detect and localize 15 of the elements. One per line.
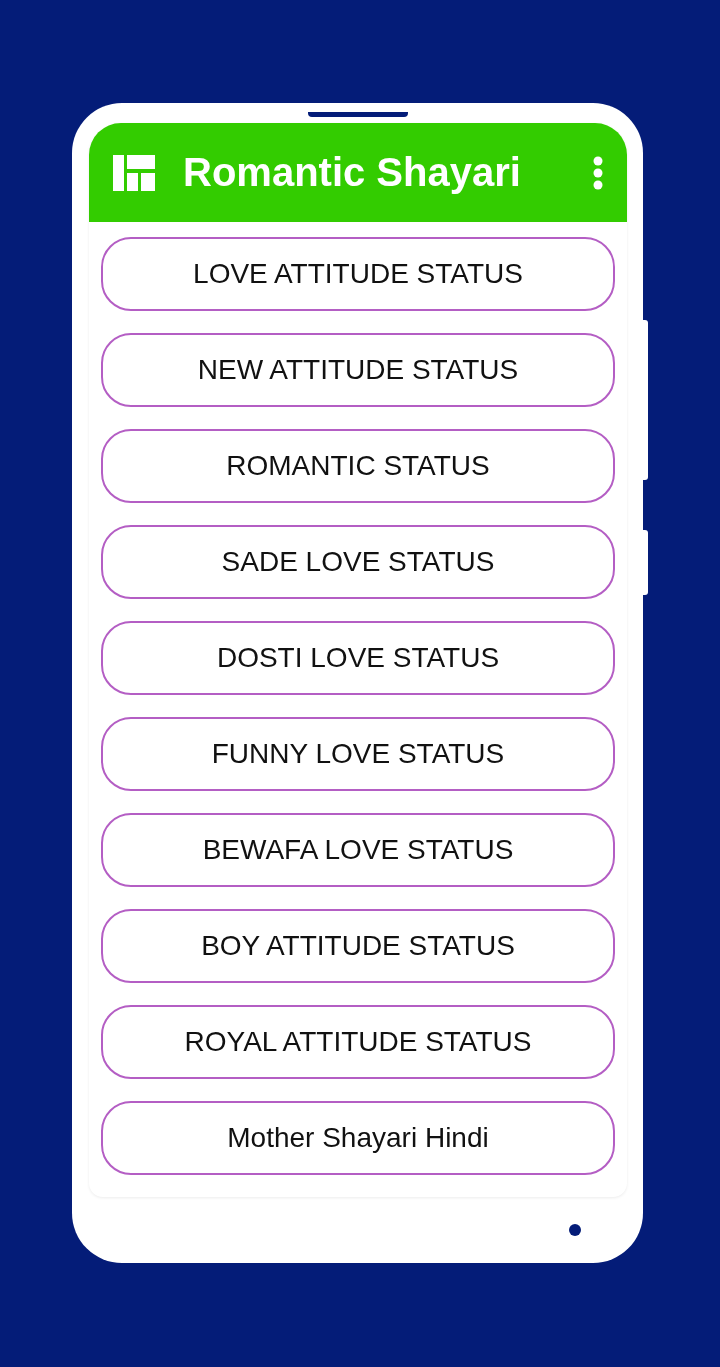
more-menu-icon[interactable] bbox=[593, 155, 603, 190]
category-button[interactable]: FUNNY LOVE STATUS bbox=[101, 717, 615, 791]
dashboard-icon[interactable] bbox=[113, 154, 155, 191]
app-title: Romantic Shayari bbox=[183, 150, 522, 195]
category-button[interactable]: NEW ATTITUDE STATUS bbox=[101, 333, 615, 407]
category-button[interactable]: ROMANTIC STATUS bbox=[101, 429, 615, 503]
category-button[interactable]: BOY ATTITUDE STATUS bbox=[101, 909, 615, 983]
category-button[interactable]: Mother Shayari Hindi bbox=[101, 1101, 615, 1175]
category-button[interactable]: BEWAFA LOVE STATUS bbox=[101, 813, 615, 887]
category-button[interactable]: LOVE ATTITUDE STATUS bbox=[101, 237, 615, 311]
category-button[interactable]: DOSTI LOVE STATUS bbox=[101, 621, 615, 695]
category-button[interactable]: SADE LOVE STATUS bbox=[101, 525, 615, 599]
category-button[interactable]: ROYAL ATTITUDE STATUS bbox=[101, 1005, 615, 1079]
side-button[interactable] bbox=[643, 530, 648, 595]
page-indicator-dot bbox=[569, 1224, 581, 1236]
